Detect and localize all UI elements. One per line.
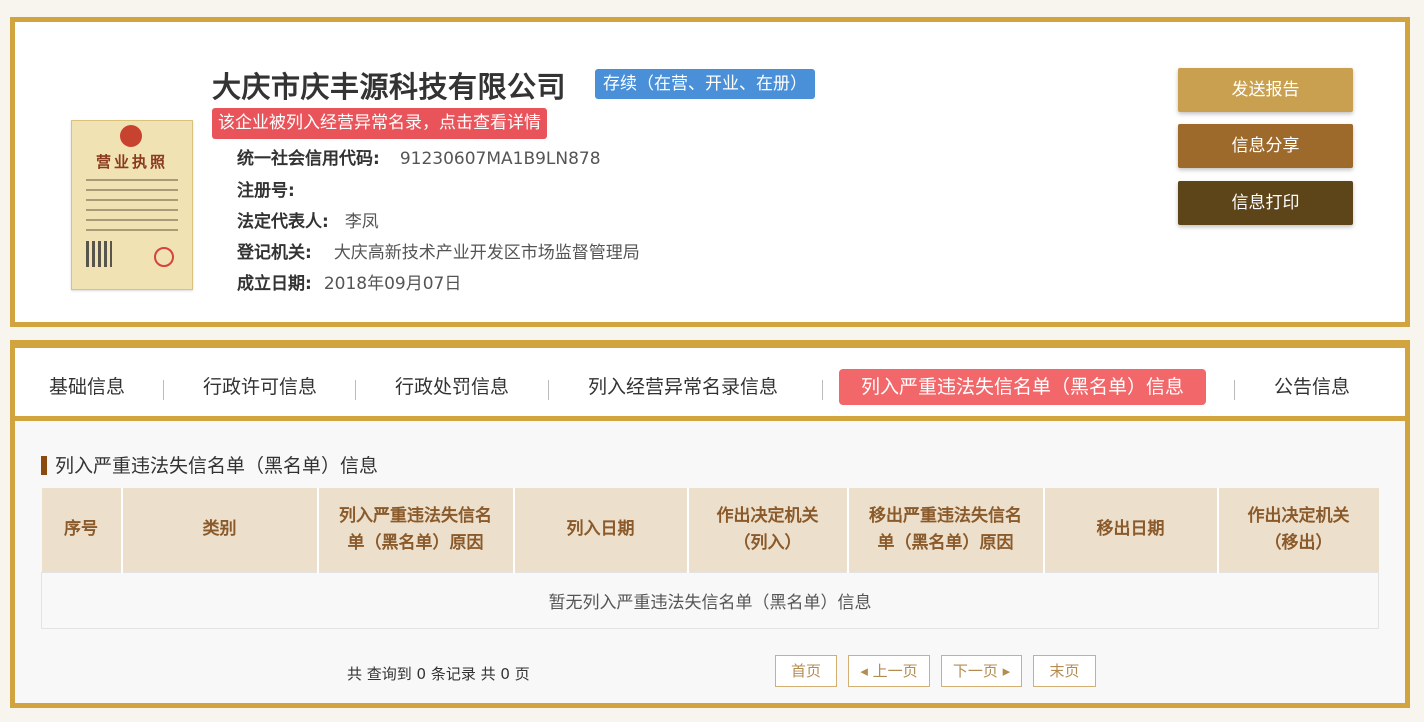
send-report-button[interactable]: 发送报告 [1178,68,1353,112]
registration-authority-label: 登记机关: [237,243,312,263]
registration-number-row: 注册号: [237,180,307,202]
column-header-index: 序号 [41,488,123,572]
tab-admin-penalty[interactable]: 行政处罚信息 [381,369,523,405]
national-emblem-icon [120,125,142,147]
first-page-button[interactable]: 首页 [775,655,837,687]
column-header-removal-date: 移出日期 [1043,488,1219,572]
empty-table-message: 暂无列入严重违法失信名单（黑名单）信息 [41,571,1379,629]
business-license-image: 营业执照 [71,120,193,290]
tab-divider [163,380,164,400]
tab-blacklist[interactable]: 列入严重违法失信名单（黑名单）信息 [839,369,1207,405]
info-tab-bar: 基础信息 行政许可信息 行政处罚信息 列入经营异常名录信息 列入严重违法失信名单… [15,345,1405,421]
next-page-button[interactable]: 下一页 ▸ [941,655,1022,687]
blacklist-table: 序号 类别 列入严重违法失信名单（黑名单）原因 列入日期 作出决定机关（列入） … [41,488,1379,629]
seal-icon [154,247,174,267]
last-page-button[interactable]: 末页 [1033,655,1096,687]
registration-number-label: 注册号: [237,181,295,201]
registration-authority-row: 登记机关: 大庆高新技术产业开发区市场监督管理局 [237,242,640,264]
license-title: 营业执照 [95,153,168,171]
legal-representative-row: 法定代表人: 李凤 [237,211,379,233]
column-header-removal-reason: 移出严重违法失信名单（黑名单）原因 [847,488,1045,572]
status-badge: 存续（在营、开业、在册） [595,69,815,99]
legal-representative-value: 李凤 [344,212,379,232]
tab-announcements[interactable]: 公告信息 [1260,369,1364,405]
pagination-summary: 共 查询到 0 条记录 共 0 页 [347,665,530,683]
print-info-button[interactable]: 信息打印 [1178,181,1353,225]
column-header-listing-authority: 作出决定机关（列入） [687,488,849,572]
prev-page-button[interactable]: ◂ 上一页 [848,655,930,687]
tab-abnormal-list[interactable]: 列入经营异常名录信息 [574,369,792,405]
tab-divider [1234,380,1235,400]
column-header-category: 类别 [121,488,319,572]
license-text-lines [86,179,178,239]
tab-basic-info[interactable]: 基础信息 [35,369,139,405]
establishment-date-value: 2018年09月07日 [323,274,462,294]
tab-divider [822,380,823,400]
table-header-row: 序号 类别 列入严重违法失信名单（黑名单）原因 列入日期 作出决定机关（列入） … [41,488,1379,572]
tab-divider [548,380,549,400]
credit-code-row: 统一社会信用代码: 91230607MA1B9LN878 [237,148,601,170]
tab-divider [355,380,356,400]
column-header-listing-date: 列入日期 [513,488,689,572]
abnormal-list-notice[interactable]: 该企业被列入经营异常名录，点击查看详情 [212,108,547,139]
table-row: 暂无列入严重违法失信名单（黑名单）信息 [41,571,1379,629]
tab-admin-license[interactable]: 行政许可信息 [189,369,331,405]
credit-code-label: 统一社会信用代码: [237,149,380,169]
credit-code-value: 91230607MA1B9LN878 [399,149,601,169]
company-info-panel: 营业执照 大庆市庆丰源科技有限公司 存续（在营、开业、在册） 该企业被列入经营异… [10,17,1410,327]
column-header-removal-authority: 作出决定机关（移出） [1217,488,1379,572]
share-info-button[interactable]: 信息分享 [1178,124,1353,168]
column-header-listing-reason: 列入严重违法失信名单（黑名单）原因 [317,488,515,572]
qr-code-icon [86,241,112,267]
establishment-date-row: 成立日期: 2018年09月07日 [237,273,461,295]
legal-representative-label: 法定代表人: [237,212,329,232]
section-title: 列入严重违法失信名单（黑名单）信息 [41,455,378,477]
registration-authority-value: 大庆高新技术产业开发区市场监督管理局 [333,243,640,263]
company-name: 大庆市庆丰源科技有限公司 [212,70,567,104]
establishment-date-label: 成立日期: [237,274,312,294]
records-panel: 基础信息 行政许可信息 行政处罚信息 列入经营异常名录信息 列入严重违法失信名单… [10,340,1410,708]
